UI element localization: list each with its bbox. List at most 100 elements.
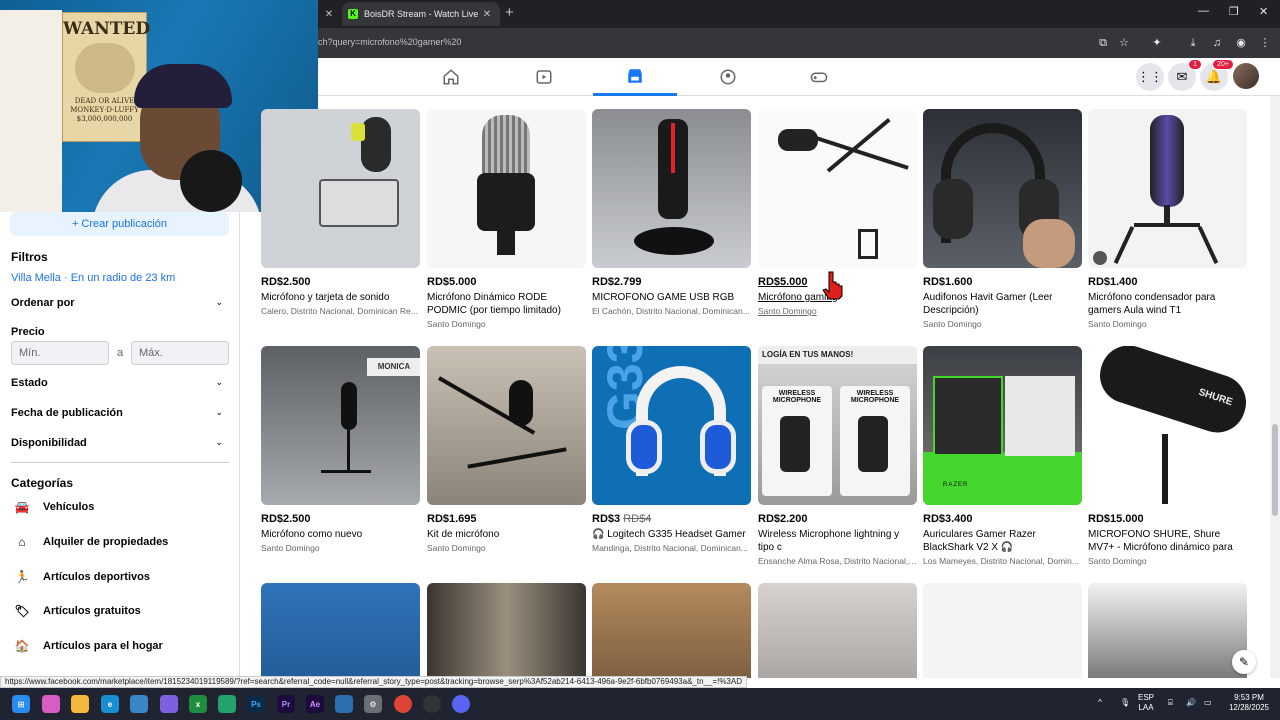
listing-image[interactable]: MONICA [261, 346, 420, 505]
date-listed-dropdown[interactable]: Fecha de publicación ⌄ [11, 407, 223, 419]
media-icon[interactable]: ♫ [1208, 34, 1226, 52]
listing-image[interactable]: RAZER [923, 346, 1082, 505]
listing-image[interactable] [1088, 109, 1247, 268]
location-filter-link[interactable]: Villa Mella · En un radio de 23 km [11, 272, 175, 284]
bookmark-star-icon[interactable]: ☆ [1115, 34, 1133, 52]
category-rentals[interactable]: ⌂ Alquiler de propiedades [11, 531, 168, 553]
avatar[interactable] [1233, 63, 1259, 89]
close-icon[interactable]: ✕ [480, 9, 494, 20]
minimize-icon[interactable]: — [1198, 5, 1209, 17]
tray-chevron-icon[interactable]: ^ [1098, 698, 1102, 708]
category-free[interactable]: 🏷 Artículos gratuitos [11, 600, 140, 622]
listing-card[interactable]: RD$1.400 Micrófono condensador para game… [1088, 109, 1247, 329]
menu-icon[interactable]: ⋮ [1256, 34, 1274, 52]
listing-image[interactable] [427, 109, 586, 268]
file-explorer-icon[interactable] [71, 695, 89, 713]
store-icon[interactable] [130, 695, 148, 713]
after-effects-icon[interactable]: Ae [306, 695, 324, 713]
category-sports[interactable]: 🏃 Artículos deportivos [11, 566, 150, 588]
listing-card[interactable]: SHURE RD$15.000 MICROFONO SHURE, Shure M… [1088, 346, 1247, 566]
listing-image[interactable]: LOGÍA EN TUS MANOS! WIRELESS MICROPHONE W… [758, 346, 917, 505]
whatsapp-icon[interactable] [218, 695, 236, 713]
listing-image[interactable] [758, 583, 917, 678]
new-tab-button[interactable]: + [505, 4, 514, 21]
edge-icon[interactable]: e [101, 695, 119, 713]
listing-card[interactable]: RD$2.500 Micrófono y tarjeta de sonido C… [261, 109, 420, 316]
listing-card[interactable]: G335 RD$3 RD$4 🎧 Logitech G335 Headset G… [592, 346, 751, 553]
listing-card[interactable] [758, 583, 917, 678]
listing-card[interactable]: RD$5.000 Micrófono Dinámico RODE PODMIC … [427, 109, 586, 329]
profile-icon[interactable]: ◉ [1232, 34, 1250, 52]
listing-image[interactable] [1088, 583, 1247, 678]
listing-card[interactable]: LOGÍA EN TUS MANOS! WIRELESS MICROPHONE W… [758, 346, 917, 566]
nav-gaming[interactable] [777, 58, 861, 96]
listing-image[interactable] [261, 109, 420, 268]
settings-gear-icon[interactable]: ⚙ [364, 695, 382, 713]
nav-marketplace[interactable] [593, 58, 677, 96]
restore-icon[interactable]: ❐ [1229, 5, 1239, 18]
listing-card[interactable] [1088, 583, 1247, 678]
listing-card[interactable] [592, 583, 751, 678]
close-icon[interactable]: ✕ [322, 9, 336, 20]
download-icon[interactable]: ⤓ [1184, 34, 1202, 52]
photoshop-icon[interactable]: Ps [247, 695, 265, 713]
install-app-icon[interactable]: ⧉ [1094, 34, 1112, 52]
xbox-icon[interactable]: x [189, 695, 207, 713]
clock[interactable]: 9:53 PM 12/28/2025 [1224, 693, 1274, 713]
listing-image[interactable] [427, 346, 586, 505]
network-icon[interactable]: ⌸ [1168, 698, 1173, 708]
obs-icon[interactable] [423, 695, 441, 713]
microphone-label: MICROPHONE [772, 397, 822, 404]
nav-home[interactable] [409, 58, 493, 96]
url-field[interactable]: ch?query=microfono%20gamer%20 [318, 37, 461, 47]
category-home-goods[interactable]: 🏠 Artículos para el hogar [11, 635, 163, 657]
listing-image[interactable] [261, 583, 420, 678]
sort-dropdown[interactable]: Ordenar por ⌄ [11, 297, 223, 309]
chrome-icon[interactable] [394, 695, 412, 713]
listing-image[interactable] [923, 583, 1082, 678]
nav-groups[interactable] [686, 58, 770, 96]
listing-card[interactable]: RD$1.695 Kit de micrófono Santo Domingo [427, 346, 586, 553]
price-max-input[interactable]: Máx. [131, 341, 229, 365]
menu-grid-icon[interactable]: ⋮⋮ [1136, 63, 1164, 91]
scrollbar-thumb[interactable] [1272, 424, 1278, 516]
tab-close-button[interactable]: ✕ [318, 2, 340, 26]
listing-image[interactable] [923, 109, 1082, 268]
price-min-input[interactable]: Mín. [11, 341, 109, 365]
listing-image[interactable]: SHURE [1088, 346, 1247, 505]
microphone-tray-icon[interactable]: 🎙 [1120, 698, 1130, 708]
listing-image[interactable] [592, 109, 751, 268]
copilot-icon[interactable] [42, 695, 60, 713]
notifications-bell-icon[interactable]: 🔔 20+ [1200, 59, 1234, 91]
listing-card[interactable]: RD$2.799 MICROFONO GAME USB RGB El Cachó… [592, 109, 751, 316]
listing-image[interactable] [758, 109, 917, 268]
discord-icon[interactable] [452, 695, 470, 713]
close-window-icon[interactable]: ✕ [1259, 5, 1268, 18]
extensions-icon[interactable]: ✦ [1148, 34, 1166, 52]
premiere-icon[interactable]: Pr [277, 695, 295, 713]
listing-card[interactable] [261, 583, 420, 678]
volume-icon[interactable]: 🔊 [1186, 698, 1196, 708]
listing-image[interactable]: G335 [592, 346, 751, 505]
language-indicator[interactable]: ESP LAA [1138, 693, 1154, 713]
listing-card[interactable] [427, 583, 586, 678]
listing-card[interactable]: RAZER RD$3.400 Auriculares Gamer Razer B… [923, 346, 1082, 566]
listing-image[interactable] [427, 583, 586, 678]
availability-dropdown[interactable]: Disponibilidad ⌄ [11, 437, 223, 449]
category-vehicles[interactable]: 🚘 Vehículos [11, 496, 95, 518]
listing-card[interactable] [923, 583, 1082, 678]
app-icon[interactable] [160, 695, 178, 713]
start-icon[interactable]: ⊞ [12, 695, 30, 713]
photos-icon[interactable] [335, 695, 353, 713]
create-listing-button[interactable]: + Crear publicación [10, 212, 229, 236]
listing-card[interactable]: MONICA RD$2.500 Micrófono como nuevo San… [261, 346, 420, 553]
messenger-icon[interactable]: ✉ 1 [1168, 59, 1202, 91]
battery-icon[interactable]: ▭ [1204, 698, 1212, 708]
nav-video[interactable] [502, 58, 586, 96]
browser-tab-kick[interactable]: K BoisDR Stream - Watch Live on ✕ [342, 2, 500, 26]
page-scrollbar[interactable] [1270, 96, 1280, 678]
listing-card[interactable]: RD$1.600 Audifonos Havit Gamer (Leer Des… [923, 109, 1082, 329]
condition-dropdown[interactable]: Estado ⌄ [11, 377, 223, 389]
compose-message-button[interactable]: ✎ [1232, 650, 1256, 674]
listing-image[interactable] [592, 583, 751, 678]
